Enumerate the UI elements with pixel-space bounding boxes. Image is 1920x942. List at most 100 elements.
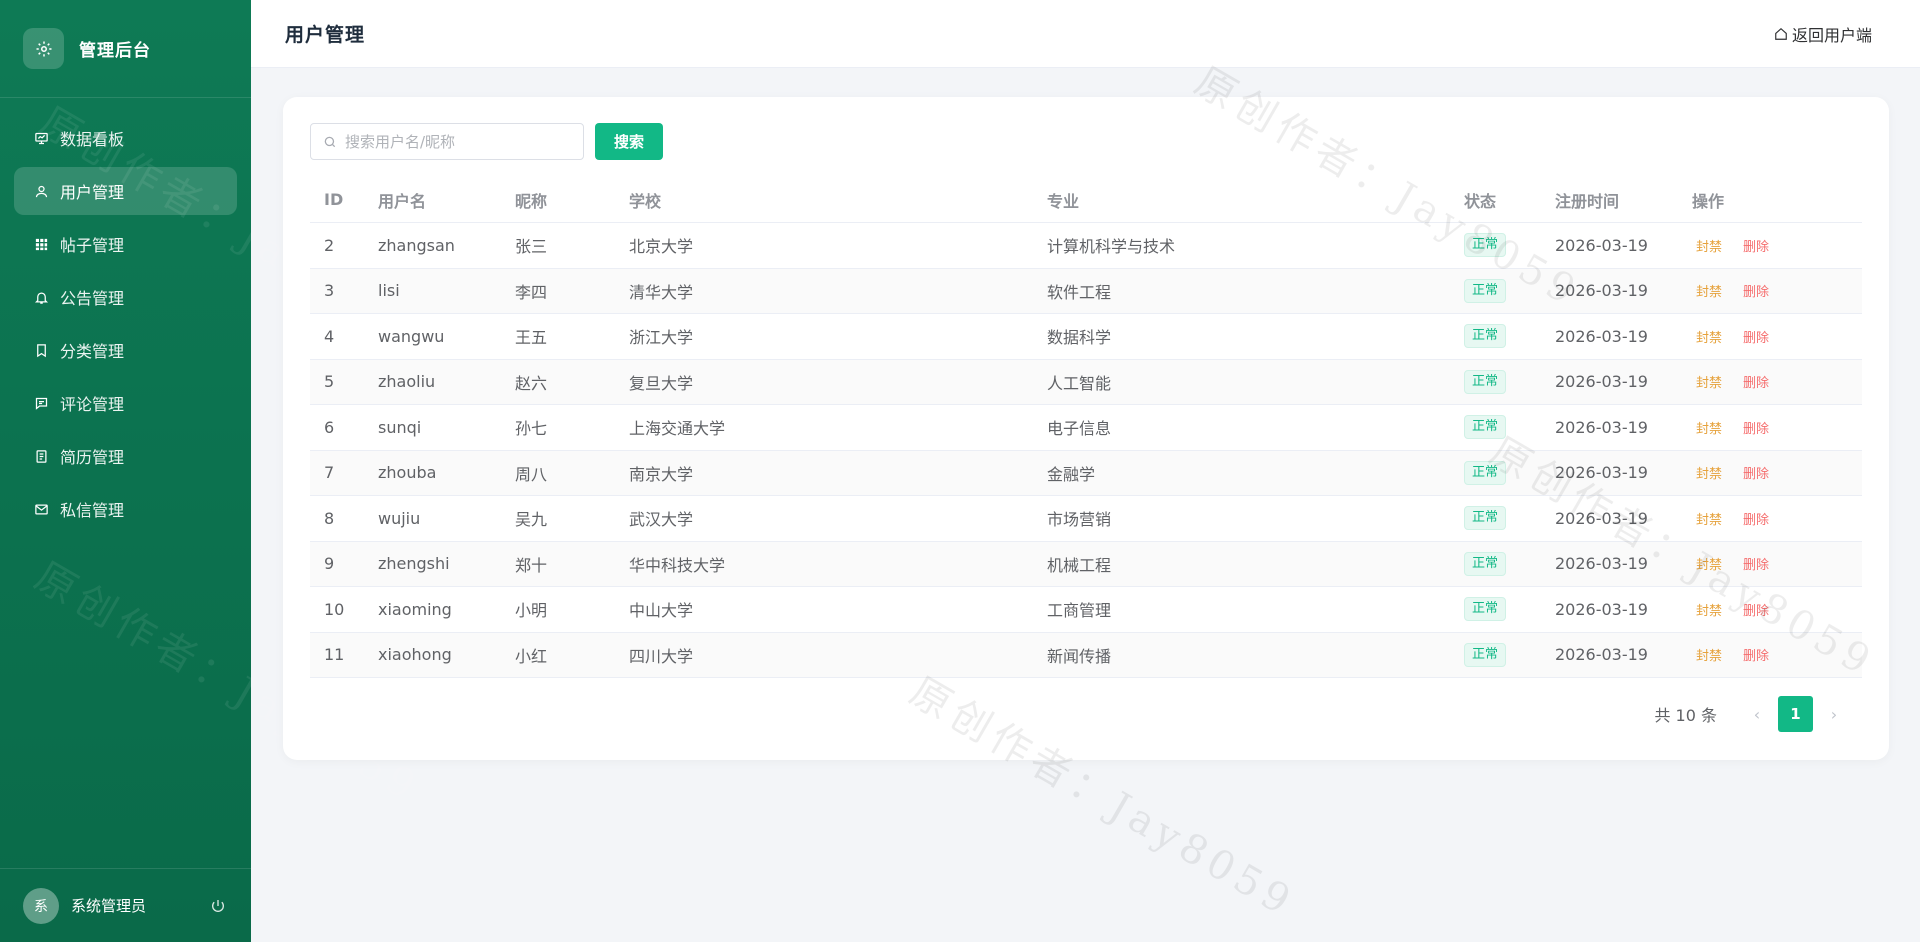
ban-button[interactable]: 封禁 (1696, 509, 1722, 528)
sidebar-item-comments[interactable]: 评论管理 (14, 379, 237, 427)
cell-school: 武汉大学 (629, 510, 694, 530)
delete-button[interactable]: 删除 (1743, 418, 1769, 437)
cell-major: 工商管理 (1047, 601, 1112, 621)
sidebar-item-resumes[interactable]: 简历管理 (14, 432, 237, 480)
sidebar-item-label: 分类管理 (60, 342, 125, 361)
cell-date: 2026-03-19 (1555, 235, 1648, 255)
cell-actions: 封禁 删除 (1692, 463, 1862, 482)
cell-date: 2026-03-19 (1555, 326, 1648, 346)
home-icon (1775, 27, 1787, 40)
sidebar-item-users[interactable]: 用户管理 (14, 167, 237, 215)
prev-page-icon[interactable]: ‹ (1745, 705, 1769, 724)
delete-button[interactable]: 删除 (1743, 372, 1769, 391)
status-badge: 正常 (1464, 506, 1507, 531)
table-row: 3 lisi 李四 清华大学 软件工程 正常 2026-03-19 封禁 删除 (310, 268, 1862, 314)
cell-actions: 封禁 删除 (1692, 372, 1862, 391)
column-header-id: ID (324, 190, 344, 209)
ban-button[interactable]: 封禁 (1696, 463, 1722, 482)
cell-id: 3 (324, 281, 335, 301)
column-header-username: 用户名 (378, 191, 427, 211)
cell-nickname: 吴九 (515, 510, 548, 530)
search-row: 搜索 (310, 123, 663, 160)
cell-date: 2026-03-19 (1555, 554, 1648, 574)
cell-date: 2026-03-19 (1555, 599, 1648, 619)
next-page-icon[interactable]: › (1822, 705, 1846, 724)
cell-date: 2026-03-19 (1555, 281, 1648, 301)
cell-major: 市场营销 (1047, 510, 1112, 530)
sidebar-item-label: 私信管理 (60, 501, 125, 520)
power-icon[interactable] (209, 897, 227, 915)
ban-button[interactable]: 封禁 (1696, 600, 1722, 619)
cell-status: 正常 (1464, 642, 1555, 667)
cell-nickname: 孙七 (515, 419, 548, 439)
table-row: 11 xiaohong 小红 四川大学 新闻传播 正常 2026-03-19 封禁 删除 (310, 632, 1862, 678)
sidebar-item-messages[interactable]: 私信管理 (14, 485, 237, 533)
brand-title: 管理后台 (79, 41, 151, 61)
back-to-user-link[interactable]: 返回用户端 (1774, 22, 1872, 46)
search-box (310, 123, 584, 160)
cell-actions: 封禁 删除 (1692, 645, 1862, 664)
ban-button[interactable]: 封禁 (1696, 236, 1722, 255)
cell-date: 2026-03-19 (1555, 372, 1648, 392)
cell-school: 中山大学 (629, 601, 694, 621)
ban-button[interactable]: 封禁 (1696, 372, 1722, 391)
delete-button[interactable]: 删除 (1743, 554, 1769, 573)
cell-status: 正常 (1464, 369, 1555, 394)
ban-button[interactable]: 封禁 (1696, 327, 1722, 346)
cell-username: lisi (378, 281, 400, 301)
sidebar-item-posts[interactable]: 帖子管理 (14, 220, 237, 268)
cell-actions: 封禁 删除 (1692, 554, 1862, 573)
sidebar-item-announcements[interactable]: 公告管理 (14, 273, 237, 321)
cell-nickname: 张三 (515, 237, 548, 257)
delete-button[interactable]: 删除 (1743, 281, 1769, 300)
cell-nickname: 赵六 (515, 373, 548, 393)
sidebar-item-label: 评论管理 (60, 395, 125, 414)
cell-status: 正常 (1464, 233, 1555, 258)
cell-id: 8 (324, 508, 335, 528)
sidebar-item-label: 用户管理 (60, 183, 125, 202)
column-header-actions: 操作 (1692, 191, 1725, 211)
sidebar-item-label: 公告管理 (60, 289, 125, 308)
page-button-current[interactable]: 1 (1778, 696, 1813, 732)
cell-username: wangwu (378, 326, 445, 346)
cell-nickname: 郑十 (515, 555, 548, 575)
ban-button[interactable]: 封禁 (1696, 645, 1722, 664)
search-input[interactable] (345, 132, 565, 151)
delete-button[interactable]: 删除 (1743, 600, 1769, 619)
status-badge: 正常 (1464, 233, 1507, 258)
cell-school: 南京大学 (629, 464, 694, 484)
sidebar-item-label: 帖子管理 (60, 236, 125, 255)
table-row: 8 wujiu 吴九 武汉大学 市场营销 正常 2026-03-19 封禁 删除 (310, 496, 1862, 542)
ban-button[interactable]: 封禁 (1696, 418, 1722, 437)
cell-nickname: 小明 (515, 601, 548, 621)
delete-button[interactable]: 删除 (1743, 509, 1769, 528)
sidebar-item-categories[interactable]: 分类管理 (14, 326, 237, 374)
ban-button[interactable]: 封禁 (1696, 281, 1722, 300)
cell-username: sunqi (378, 417, 422, 437)
cell-school: 复旦大学 (629, 373, 694, 393)
cell-actions: 封禁 删除 (1692, 509, 1862, 528)
cell-date: 2026-03-19 (1555, 463, 1648, 483)
cell-status: 正常 (1464, 460, 1555, 485)
cell-school: 北京大学 (629, 237, 694, 257)
status-badge: 正常 (1464, 278, 1507, 303)
cell-id: 11 (324, 645, 345, 665)
delete-button[interactable]: 删除 (1743, 645, 1769, 664)
user-icon (33, 183, 49, 199)
cell-school: 上海交通大学 (629, 419, 726, 439)
delete-button[interactable]: 删除 (1743, 463, 1769, 482)
delete-button[interactable]: 删除 (1743, 327, 1769, 346)
status-badge: 正常 (1464, 415, 1507, 440)
back-link-label: 返回用户端 (1791, 25, 1872, 45)
delete-button[interactable]: 删除 (1743, 236, 1769, 255)
pagination: 共 10 条 ‹ 1 › (1654, 696, 1846, 732)
cell-id: 10 (324, 599, 345, 619)
cell-username: zhangsan (378, 235, 455, 255)
sidebar-item-dashboard[interactable]: 数据看板 (14, 114, 237, 162)
status-badge: 正常 (1464, 369, 1507, 394)
brand: 管理后台 (0, 0, 251, 98)
search-button[interactable]: 搜索 (595, 123, 663, 160)
cell-status: 正常 (1464, 324, 1555, 349)
ban-button[interactable]: 封禁 (1696, 554, 1722, 573)
column-header-date: 注册时间 (1555, 191, 1620, 211)
